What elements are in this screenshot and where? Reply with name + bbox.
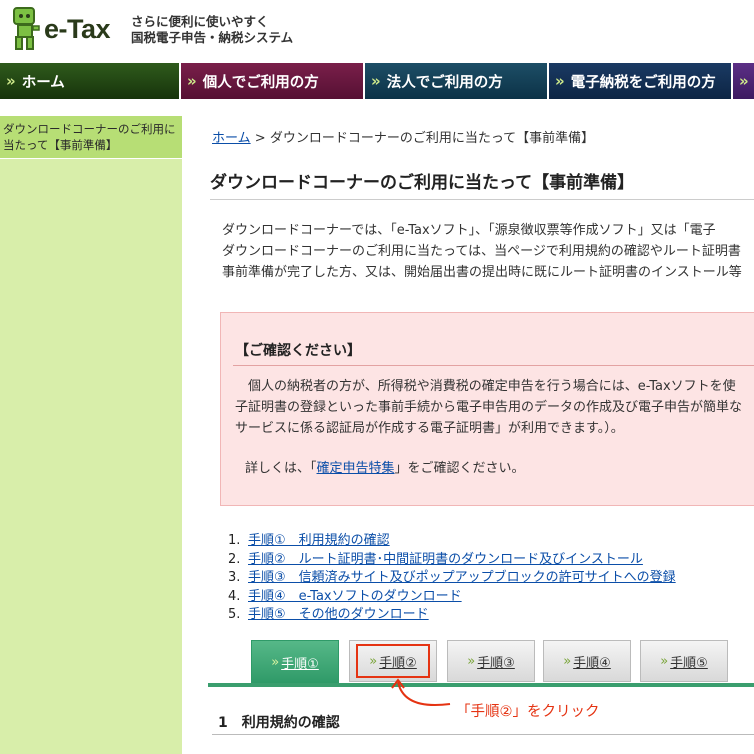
notice-line: 子証明書の登録といった事前手続から電子申告用のデータの作成及び電子申告が簡単な <box>235 400 743 415</box>
nav-corporate[interactable]: » 法人でご利用の方 <box>365 63 549 99</box>
notice-more-prefix: 詳しくは、「 <box>245 461 317 476</box>
tagline-line-1: さらに便利に使いやすく <box>131 14 269 29</box>
step-number: 3. <box>228 570 241 585</box>
sidebar-item-download-prep[interactable]: ダウンロードコーナーのご利用に当たって【事前準備】 <box>0 116 182 159</box>
breadcrumb: ホーム > ダウンロードコーナーのご利用に当たって【事前準備】 <box>212 127 594 146</box>
step-number: 5. <box>228 607 241 622</box>
step-3-link[interactable]: 手順③ 信頼済みサイト及びポップアップブロックの許可サイトへの登録 <box>248 570 676 585</box>
sidebar: ダウンロードコーナーのご利用に当たって【事前準備】 <box>0 116 182 754</box>
nav-home[interactable]: » ホーム <box>0 63 181 99</box>
intro-text: ダウンロードコーナーでは、「e-Taxソフト」、「源泉徴収票等作成ソフト」又は「… <box>222 220 754 283</box>
nav-personal-label: 個人でご利用の方 <box>202 74 319 91</box>
step-number: 4. <box>228 588 241 604</box>
chevron-right-icon: » <box>371 72 381 90</box>
site-header: e-Tax さらに便利に使いやすく 国税電子申告・納税システム <box>0 0 754 62</box>
section-divider <box>212 734 754 735</box>
main-content: ホーム > ダウンロードコーナーのご利用に当たって【事前準備】 ダウンロードコー… <box>194 116 754 754</box>
notice-line: サービスに係る認証局が作成する電子証明書」が利用できます。）。 <box>235 421 624 436</box>
notice-more: 詳しくは、「確定申告特集」をご確認ください。 <box>245 457 525 476</box>
steps-list: 1. 手順① 利用規約の確認 2. 手順② ルート証明書･中間証明書のダウンロード及… <box>228 532 676 625</box>
breadcrumb-separator: > <box>254 131 266 146</box>
list-item: 1. 手順① 利用規約の確認 <box>228 532 676 551</box>
breadcrumb-current: ダウンロードコーナーのご利用に当たって【事前準備】 <box>269 131 595 146</box>
breadcrumb-home-link[interactable]: ホーム <box>212 131 251 146</box>
nav-home-label: ホーム <box>21 74 65 91</box>
intro-line: ダウンロードコーナーでは、「e-Taxソフト」、「源泉徴収票等作成ソフト」又は「… <box>222 223 716 238</box>
chevron-right-icon: » <box>563 653 572 669</box>
notice-divider <box>233 365 754 366</box>
title-divider <box>210 199 754 200</box>
notice-line: 個人の納税者の方が、所得税や消費税の確定申告を行う場合には、e-Taxソフトを使 <box>235 379 736 394</box>
site-tagline: さらに便利に使いやすく 国税電子申告・納税システム <box>131 14 293 46</box>
etax-logo[interactable]: e-Tax <box>10 6 122 54</box>
step-number: 2. <box>228 551 241 567</box>
notice-box: 【ご確認ください】 個人の納税者の方が、所得税や消費税の確定申告を行う場合には、… <box>220 312 754 506</box>
tab-step-3[interactable]: » 手順③ <box>447 640 535 682</box>
tab-label: 手順③ <box>477 655 515 671</box>
tab-step-5[interactable]: » 手順⑤ <box>640 640 728 682</box>
chevron-right-icon: » <box>187 72 197 90</box>
chevron-right-icon: » <box>660 653 669 669</box>
tax-return-special-link[interactable]: 確定申告特集 <box>317 461 395 476</box>
chevron-right-icon: » <box>467 653 476 669</box>
tab-step-4[interactable]: » 手順④ <box>543 640 631 682</box>
tab-label: 手順④ <box>573 655 611 671</box>
mascot-icon <box>13 7 40 50</box>
step-2-link[interactable]: 手順② ルート証明書･中間証明書のダウンロード及びインストール <box>248 552 643 567</box>
tab-label: 手順① <box>281 656 319 672</box>
notice-title: 【ご確認ください】 <box>235 343 361 359</box>
list-item: 3. 手順③ 信頼済みサイト及びポップアップブロックの許可サイトへの登録 <box>228 569 676 588</box>
nav-personal[interactable]: » 個人でご利用の方 <box>181 63 365 99</box>
intro-line: ダウンロードコーナーのご利用に当たっては、当ページで利用規約の確認やルート証明書 <box>222 244 741 259</box>
list-item: 4. 手順④ e-Taxソフトのダウンロード <box>228 588 676 607</box>
intro-line: 事前準備が完了した方、又は、開始届出書の提出時に既にルート証明書のインストール等 <box>222 265 742 280</box>
nav-more[interactable]: » <box>733 63 754 99</box>
section-title: 1 利用規約の確認 <box>218 715 340 731</box>
step-5-link[interactable]: 手順⑤ その他のダウンロード <box>248 607 429 622</box>
page-title: ダウンロードコーナーのご利用に当たって【事前準備】 <box>210 173 635 193</box>
tagline-line-2: 国税電子申告・納税システム <box>131 30 294 45</box>
logo-text: e-Tax <box>44 14 111 44</box>
list-item: 5. 手順⑤ その他のダウンロード <box>228 606 676 625</box>
annotation-arrow-icon <box>391 678 451 706</box>
nav-e-payment[interactable]: » 電子納税をご利用の方 <box>549 63 733 99</box>
step-4-link[interactable]: 手順④ e-Taxソフトのダウンロード <box>248 589 462 604</box>
tabs-underline <box>208 683 754 687</box>
tab-label: 手順⑤ <box>670 655 708 671</box>
chevron-right-icon: » <box>555 72 565 90</box>
click-highlight-box <box>356 644 430 678</box>
chevron-right-icon: » <box>271 654 280 670</box>
step-number: 1. <box>228 533 241 548</box>
notice-more-suffix: 」をご確認ください。 <box>394 461 525 476</box>
chevron-right-icon: » <box>739 72 749 90</box>
click-instruction: 「手順②」をクリック <box>456 704 600 720</box>
tab-step-1[interactable]: » 手順① <box>251 640 339 684</box>
step-1-link[interactable]: 手順① 利用規約の確認 <box>248 533 390 548</box>
nav-corporate-label: 法人でご利用の方 <box>386 74 503 91</box>
chevron-right-icon: » <box>6 72 16 90</box>
list-item: 2. 手順② ルート証明書･中間証明書のダウンロード及びインストール <box>228 551 676 570</box>
nav-e-payment-label: 電子納税をご利用の方 <box>570 74 716 91</box>
notice-body: 個人の納税者の方が、所得税や消費税の確定申告を行う場合には、e-Taxソフトを使… <box>235 376 742 439</box>
global-nav: » ホーム » 個人でご利用の方 » 法人でご利用の方 » 電子納税をご利用の方… <box>0 63 754 99</box>
